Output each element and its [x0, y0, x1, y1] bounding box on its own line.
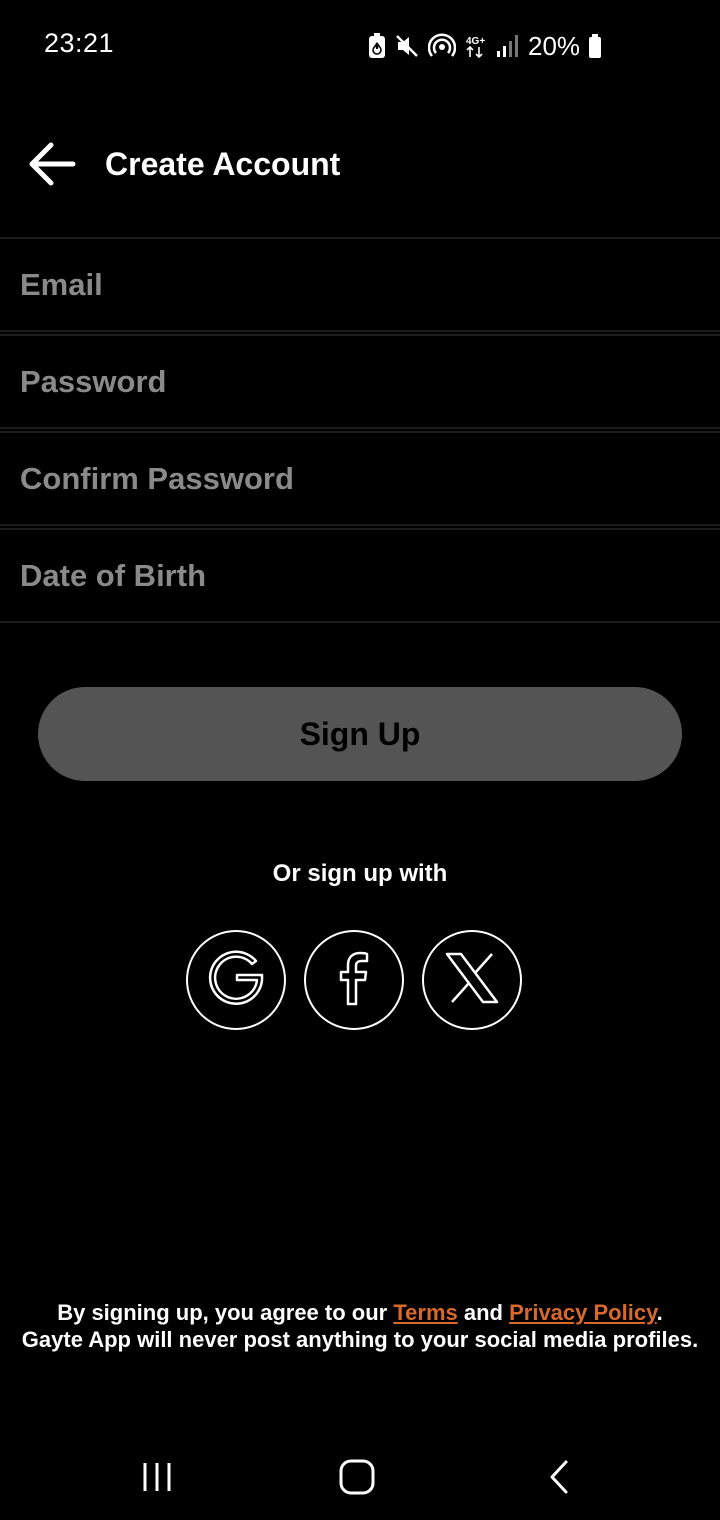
- privacy-policy-link[interactable]: Privacy Policy: [509, 1300, 657, 1325]
- status-icons: 4G+ 20%: [368, 30, 602, 62]
- system-nav-bar: [0, 1440, 720, 1520]
- mute-icon: [394, 33, 420, 59]
- back-nav-button[interactable]: [529, 1454, 589, 1504]
- hotspot-icon: [428, 33, 456, 59]
- email-field-row: [0, 237, 720, 332]
- arrow-left-icon: [27, 141, 77, 192]
- x-signup-button[interactable]: [422, 930, 522, 1030]
- dob-field-row: [0, 528, 720, 623]
- google-icon: [206, 948, 266, 1013]
- google-signup-button[interactable]: [186, 930, 286, 1030]
- terms-link[interactable]: Terms: [393, 1300, 457, 1325]
- recent-apps-button[interactable]: [127, 1454, 187, 1504]
- email-field[interactable]: [0, 239, 720, 330]
- signup-form: [0, 237, 720, 623]
- sign-up-button[interactable]: Sign Up: [38, 687, 682, 781]
- battery-percent: 20%: [528, 30, 581, 61]
- social-caption: Or sign up with: [272, 860, 448, 887]
- confirm-password-field-row: [0, 431, 720, 526]
- recent-apps-icon: [140, 1460, 174, 1499]
- home-icon: [338, 1458, 376, 1501]
- x-icon: [444, 952, 500, 1009]
- svg-text:4G+: 4G+: [466, 36, 485, 47]
- facebook-icon: [334, 950, 374, 1011]
- app-bar: Create Account: [0, 120, 720, 210]
- legal-and: and: [457, 1300, 510, 1325]
- signal-icon: [496, 33, 518, 59]
- legal-suffix: .: [656, 1300, 663, 1325]
- legal-prefix: By signing up, you agree to our: [57, 1300, 394, 1325]
- battery-saver-icon: [368, 33, 386, 59]
- battery-icon: [588, 33, 602, 59]
- network-4g-icon: 4G+: [464, 33, 488, 59]
- password-field-row: [0, 334, 720, 429]
- home-button[interactable]: [327, 1454, 387, 1504]
- legal-notice: By signing up, you agree to our Terms an…: [0, 1299, 720, 1353]
- back-button[interactable]: [22, 138, 82, 194]
- password-field[interactable]: [0, 336, 720, 427]
- status-time: 23:21: [44, 28, 115, 58]
- back-nav-icon: [544, 1459, 574, 1500]
- confirm-password-field[interactable]: [0, 433, 720, 524]
- legal-line-1: By signing up, you agree to our Terms an…: [0, 1299, 720, 1326]
- date-of-birth-field[interactable]: [0, 530, 720, 621]
- social-buttons: [186, 930, 522, 1030]
- page-title: Create Account: [105, 146, 341, 182]
- status-bar: 23:21 4G+ 20%: [0, 0, 720, 90]
- legal-line-2: Gayte App will never post anything to yo…: [21, 1327, 699, 1352]
- facebook-signup-button[interactable]: [304, 930, 404, 1030]
